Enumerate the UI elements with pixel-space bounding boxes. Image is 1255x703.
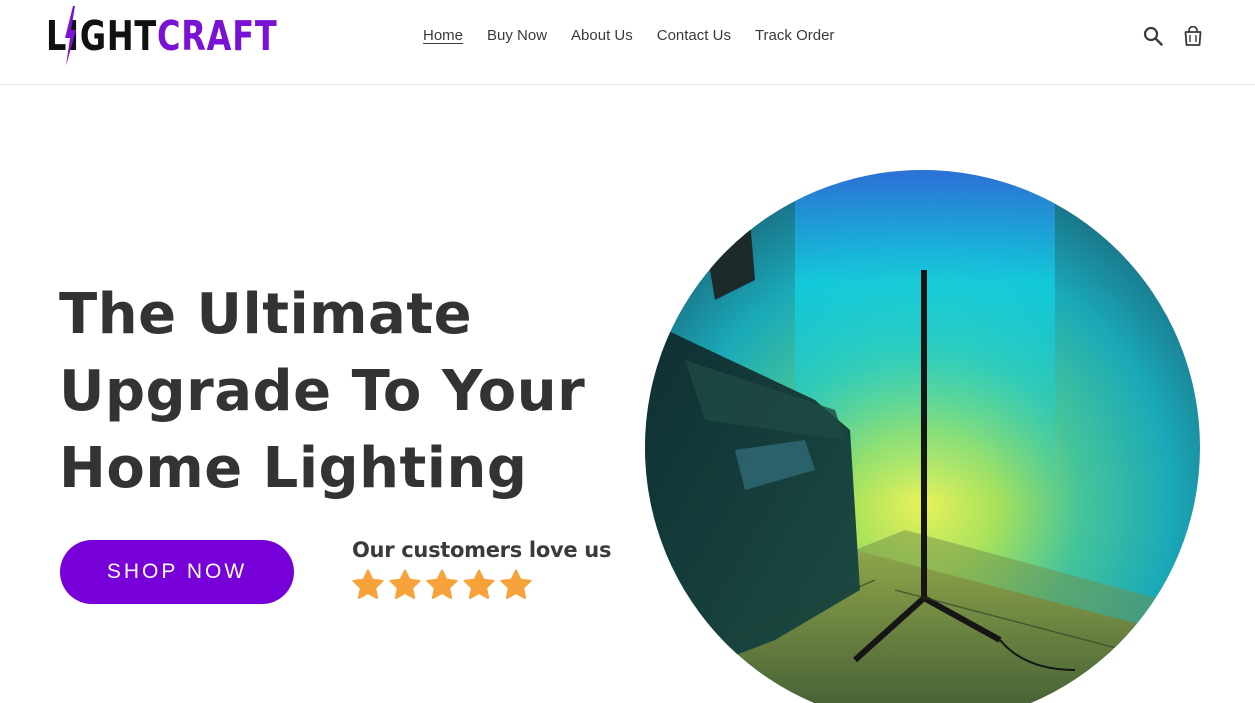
- star-icon: [463, 569, 495, 599]
- star-icon: [352, 569, 384, 599]
- nav-home[interactable]: Home: [423, 25, 463, 47]
- hero-title-line: The Ultimate: [59, 282, 473, 347]
- star-icon: [389, 569, 421, 599]
- nav-contact-us[interactable]: Contact Us: [657, 25, 731, 47]
- lightning-bolt-icon: [65, 6, 76, 66]
- hero-title-line: Upgrade To Your: [59, 359, 586, 424]
- star-rating: [351, 568, 533, 602]
- hero-title-line: Home Lighting: [59, 436, 528, 501]
- site-header: LIGHTCRAFT Home Buy Now About Us Contact…: [0, 0, 1255, 85]
- cart-icon[interactable]: [1182, 24, 1204, 48]
- reviews-label: Our customers love us: [352, 538, 612, 562]
- logo-wordmark: LIGHTCRAFT: [46, 15, 277, 57]
- nav-about-us[interactable]: About Us: [571, 25, 633, 47]
- hero-title: The Ultimate Upgrade To Your Home Lighti…: [59, 276, 619, 507]
- page: LIGHTCRAFT Home Buy Now About Us Contact…: [0, 0, 1255, 703]
- main-nav: Home Buy Now About Us Contact Us Track O…: [423, 25, 858, 47]
- nav-buy-now[interactable]: Buy Now: [487, 25, 547, 47]
- logo-text-craft: CRAFT: [157, 11, 278, 60]
- search-icon[interactable]: [1142, 24, 1164, 48]
- header-actions: [1142, 24, 1204, 48]
- star-icon: [500, 569, 532, 599]
- nav-track-order[interactable]: Track Order: [755, 25, 834, 47]
- shop-now-button[interactable]: SHOP NOW: [60, 540, 294, 604]
- brand-logo[interactable]: LIGHTCRAFT: [46, 6, 277, 66]
- star-icon: [426, 569, 458, 599]
- hero-image: [645, 170, 1200, 703]
- floor-lamp-photo: [645, 170, 1200, 703]
